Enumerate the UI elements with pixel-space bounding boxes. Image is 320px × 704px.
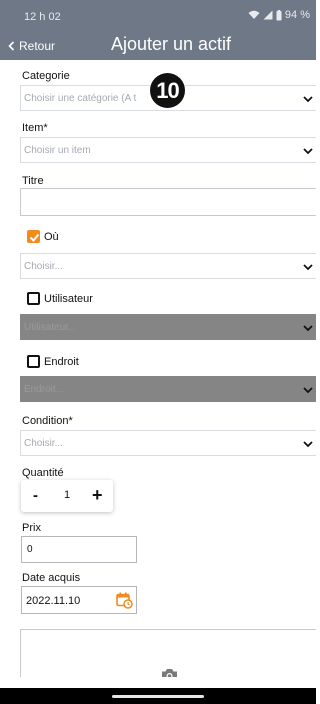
location-placeholder: Choisir... xyxy=(24,261,63,272)
quantity-label: Quantité xyxy=(22,467,64,479)
calendar-clock-icon[interactable] xyxy=(116,592,133,609)
category-placeholder: Choisir une catégorie (A t xyxy=(24,93,137,104)
location-checkbox-row[interactable]: Où xyxy=(27,230,59,243)
user-placeholder: Utilisateur... xyxy=(24,322,77,333)
title-input[interactable] xyxy=(20,188,316,216)
place-select: Endroit... xyxy=(20,376,316,402)
system-navigation-bar xyxy=(0,688,316,704)
chevron-down-icon xyxy=(303,325,313,332)
chevron-down-icon xyxy=(303,96,313,103)
checkbox-checked-icon[interactable] xyxy=(27,230,40,243)
camera-icon[interactable] xyxy=(161,668,178,677)
user-checkbox-label: Utilisateur xyxy=(44,292,93,305)
location-select[interactable]: Choisir... xyxy=(20,253,316,279)
item-select[interactable]: Choisir un item xyxy=(20,137,316,163)
photo-upload-area[interactable] xyxy=(20,629,316,677)
place-checkbox-row[interactable]: Endroit xyxy=(27,355,79,368)
price-label: Prix xyxy=(22,522,41,534)
item-placeholder: Choisir un item xyxy=(24,145,91,156)
price-input[interactable]: 0 xyxy=(21,536,137,563)
chevron-down-icon xyxy=(303,441,313,448)
wifi-icon xyxy=(248,10,260,19)
decrement-button[interactable]: - xyxy=(33,487,38,504)
home-gesture-pill[interactable] xyxy=(112,695,204,698)
condition-label: Condition* xyxy=(22,415,73,427)
checkbox-icon[interactable] xyxy=(27,355,40,368)
chevron-down-icon xyxy=(303,148,313,155)
status-icons: 94 % xyxy=(248,9,310,21)
user-checkbox-row[interactable]: Utilisateur xyxy=(27,292,93,305)
quantity-value: 1 xyxy=(64,489,71,501)
status-bar: 12 h 02 94 % xyxy=(0,0,316,30)
condition-select[interactable]: Choisir... xyxy=(20,430,316,456)
quantity-stepper: - 1 + xyxy=(21,480,113,512)
battery-percent: 94 % xyxy=(284,9,310,21)
chevron-down-icon xyxy=(303,387,313,394)
condition-placeholder: Choisir... xyxy=(24,438,63,449)
status-time: 12 h 02 xyxy=(24,11,61,23)
chevron-down-icon xyxy=(303,264,313,271)
step-number-badge: 10 xyxy=(150,73,185,108)
date-input[interactable]: 2022.11.10 xyxy=(21,586,137,614)
place-placeholder: Endroit... xyxy=(24,384,65,395)
signal-icon xyxy=(263,10,273,20)
battery-icon xyxy=(276,9,282,20)
title-label: Titre xyxy=(22,175,44,187)
date-value: 2022.11.10 xyxy=(26,595,81,607)
category-label: Categorie xyxy=(22,70,70,82)
place-checkbox-label: Endroit xyxy=(44,355,79,368)
user-select: Utilisateur... xyxy=(20,314,316,340)
item-label: Item* xyxy=(22,122,48,134)
page-title: Ajouter un actif xyxy=(110,34,232,54)
increment-button[interactable]: + xyxy=(92,485,103,506)
location-checkbox-label: Où xyxy=(44,230,59,243)
date-label: Date acquis xyxy=(22,572,81,584)
app-bar: Retour Ajouter un actif xyxy=(0,30,316,60)
checkbox-icon[interactable] xyxy=(27,292,40,305)
